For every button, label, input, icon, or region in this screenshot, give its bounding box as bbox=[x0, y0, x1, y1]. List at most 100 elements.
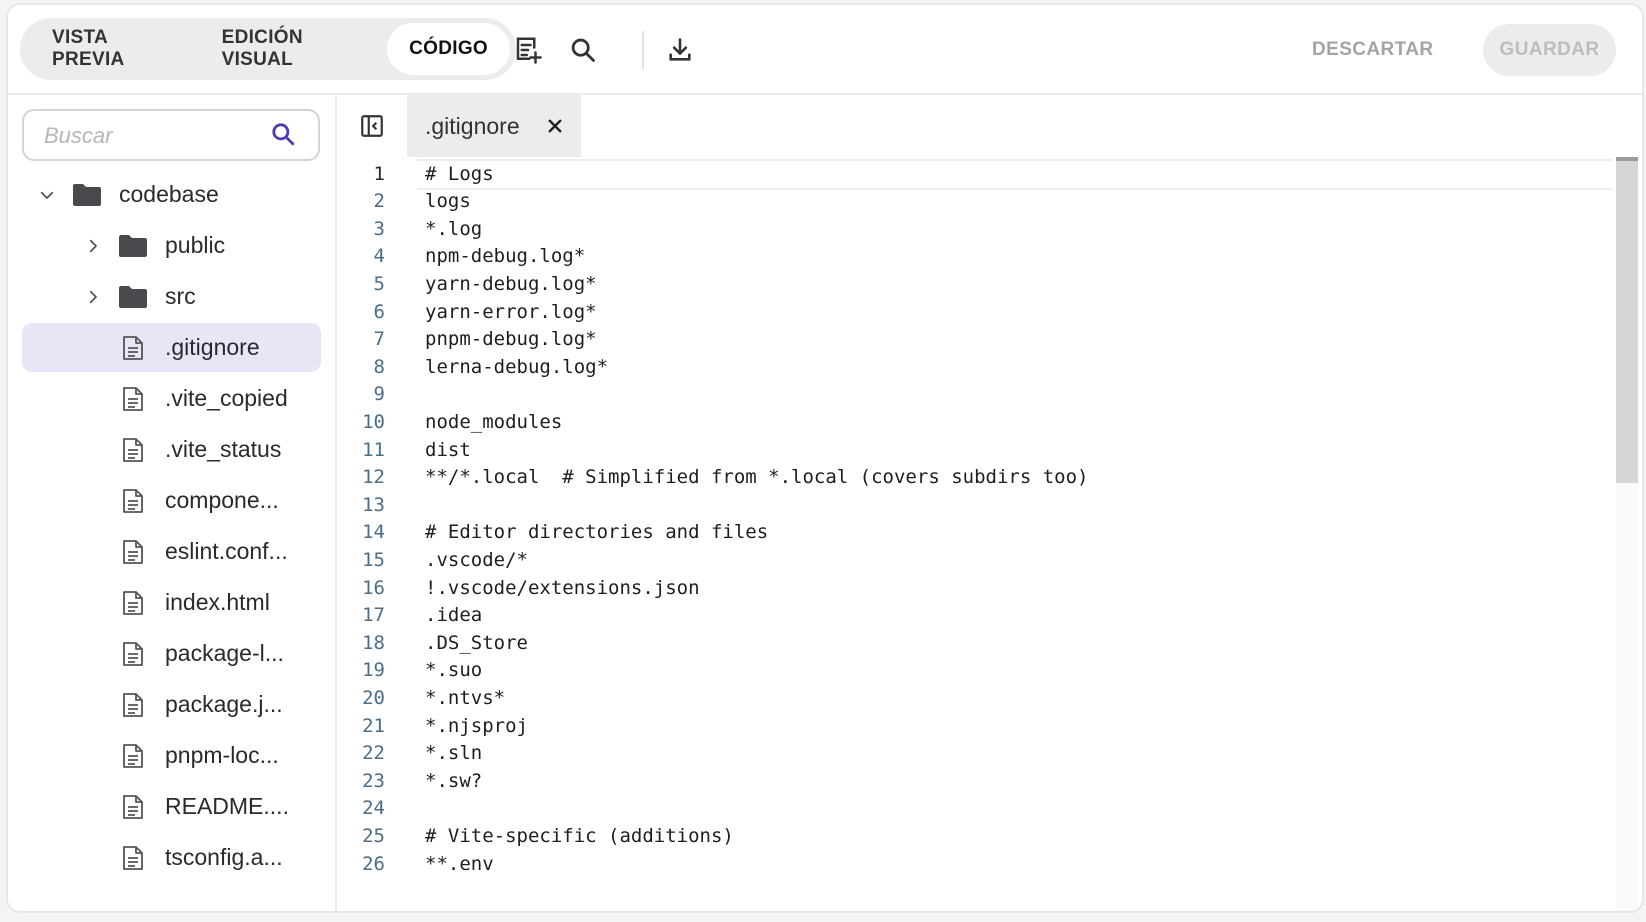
line-number: 11 bbox=[362, 438, 385, 461]
tree-folder-codebase[interactable]: codebase bbox=[8, 169, 335, 220]
current-line-highlight bbox=[417, 159, 1612, 190]
tree-item-label: .gitignore bbox=[165, 334, 260, 360]
tree-item-label: .vite_copied bbox=[165, 385, 288, 411]
line-text: node_modules bbox=[425, 410, 563, 433]
line-number: 14 bbox=[362, 521, 385, 544]
file-icon bbox=[122, 539, 144, 565]
add-note-icon[interactable] bbox=[511, 33, 545, 67]
line-text: .idea bbox=[425, 604, 483, 627]
scrollbar-thumb[interactable] bbox=[1616, 157, 1638, 483]
close-icon[interactable] bbox=[543, 114, 567, 138]
line-text: dist bbox=[425, 438, 471, 461]
line-number: 7 bbox=[373, 328, 385, 351]
search-icon[interactable] bbox=[270, 121, 296, 152]
tree-item-label: compone... bbox=[165, 487, 279, 513]
chevron-right-icon[interactable] bbox=[81, 285, 105, 309]
editor-tab-bar: .gitignore bbox=[337, 95, 1642, 157]
search-icon[interactable] bbox=[566, 33, 600, 67]
file-tree: codebase public src .gitignore .vite_cop… bbox=[8, 169, 335, 883]
tree-file-eslint-config[interactable]: eslint.conf... bbox=[8, 526, 335, 577]
tree-file-package-lock[interactable]: package-l... bbox=[8, 628, 335, 679]
line-text: *.njsproj bbox=[425, 714, 528, 737]
line-text: !.vscode/extensions.json bbox=[425, 576, 700, 599]
line-text: *.log bbox=[425, 217, 483, 240]
line-number: 6 bbox=[373, 300, 385, 323]
line-number: 2 bbox=[373, 190, 385, 213]
line-text: # Editor directories and files bbox=[425, 521, 769, 544]
line-number: 5 bbox=[373, 272, 385, 295]
line-number: 24 bbox=[362, 797, 385, 820]
file-icon bbox=[122, 386, 144, 412]
line-text: **.env bbox=[425, 852, 494, 875]
code-area[interactable]: 1 # Logs 2 logs 3 *.log 4 npm-debug.log* 5 yarn-d… bbox=[337, 159, 1612, 911]
tree-file-gitignore[interactable]: .gitignore bbox=[8, 322, 335, 373]
tree-item-label: index.html bbox=[165, 589, 270, 615]
tree-item-label: public bbox=[165, 232, 226, 258]
line-text: yarn-debug.log* bbox=[425, 272, 597, 295]
line-number: 9 bbox=[373, 383, 385, 406]
tree-folder-public[interactable]: public bbox=[8, 220, 335, 271]
file-icon bbox=[122, 794, 144, 820]
line-number: 18 bbox=[362, 631, 385, 654]
line-number: 23 bbox=[362, 769, 385, 792]
editor-tab-label: .gitignore bbox=[425, 112, 520, 139]
line-text: # Vite-specific (additions) bbox=[425, 824, 734, 847]
tree-file-index-html[interactable]: index.html bbox=[8, 577, 335, 628]
line-number: 21 bbox=[362, 714, 385, 737]
search-input[interactable] bbox=[42, 111, 266, 161]
search-box bbox=[22, 109, 320, 161]
tree-file-readme[interactable]: README.... bbox=[8, 781, 335, 832]
file-icon bbox=[122, 692, 144, 718]
line-number: 8 bbox=[373, 355, 385, 378]
tree-item-label: README.... bbox=[165, 793, 289, 819]
line-text: lerna-debug.log* bbox=[425, 355, 609, 378]
file-icon bbox=[122, 590, 144, 616]
line-number: 25 bbox=[362, 824, 385, 847]
tree-item-label: package.j... bbox=[165, 691, 283, 717]
toolbar-divider bbox=[642, 31, 644, 69]
chevron-down-icon[interactable] bbox=[35, 183, 59, 207]
line-text: logs bbox=[425, 190, 471, 213]
editor-tab-gitignore[interactable]: .gitignore bbox=[407, 95, 581, 157]
tree-item-label: codebase bbox=[119, 181, 219, 207]
download-icon[interactable] bbox=[663, 33, 697, 67]
tab-edicion-visual[interactable]: EDICIÓN VISUAL bbox=[196, 23, 388, 75]
tree-file-pnpm-lock[interactable]: pnpm-loc... bbox=[8, 730, 335, 781]
file-icon bbox=[122, 437, 144, 463]
line-number: 22 bbox=[362, 742, 385, 765]
line-number: 3 bbox=[373, 217, 385, 240]
line-number: 4 bbox=[373, 245, 385, 268]
tree-folder-src[interactable]: src bbox=[8, 271, 335, 322]
file-explorer: codebase public src bbox=[8, 95, 337, 911]
tree-item-label: eslint.conf... bbox=[165, 538, 288, 564]
file-icon bbox=[122, 743, 144, 769]
code-editor: .gitignore 1 # Logs 2 logs 3 *.log 4 npm-debug.… bbox=[337, 95, 1642, 911]
folder-icon bbox=[72, 183, 102, 207]
view-mode-tabs: VISTA PREVIA EDICIÓN VISUAL CÓDIGO bbox=[20, 18, 516, 80]
line-text: *.sln bbox=[425, 742, 483, 765]
tree-file-vite-status[interactable]: .vite_status bbox=[8, 424, 335, 475]
sidebar-toggle-icon[interactable] bbox=[355, 109, 389, 143]
line-text: .vscode/* bbox=[425, 548, 528, 571]
tab-codigo[interactable]: CÓDIGO bbox=[387, 23, 510, 75]
save-button[interactable]: GUARDAR bbox=[1483, 24, 1616, 76]
tree-item-label: tsconfig.a... bbox=[165, 844, 283, 870]
tree-item-label: pnpm-loc... bbox=[165, 742, 279, 768]
line-number: 17 bbox=[362, 604, 385, 627]
discard-button[interactable]: DESCARTAR bbox=[1296, 25, 1449, 75]
chevron-right-icon[interactable] bbox=[81, 234, 105, 258]
file-icon bbox=[122, 488, 144, 514]
tree-file-package-json[interactable]: package.j... bbox=[8, 679, 335, 730]
tree-file-components[interactable]: compone... bbox=[8, 475, 335, 526]
tree-file-tsconfig[interactable]: tsconfig.a... bbox=[8, 832, 335, 883]
line-text: .DS_Store bbox=[425, 631, 528, 654]
tab-vista-previa[interactable]: VISTA PREVIA bbox=[26, 23, 196, 75]
tree-file-vite-copied[interactable]: .vite_copied bbox=[8, 373, 335, 424]
line-number: 12 bbox=[362, 466, 385, 489]
line-number: 15 bbox=[362, 548, 385, 571]
line-text: *.ntvs* bbox=[425, 686, 506, 709]
tree-item-label: package-l... bbox=[165, 640, 284, 666]
line-text: *.suo bbox=[425, 659, 483, 682]
line-number: 26 bbox=[362, 852, 385, 875]
line-text: yarn-error.log* bbox=[425, 300, 597, 323]
